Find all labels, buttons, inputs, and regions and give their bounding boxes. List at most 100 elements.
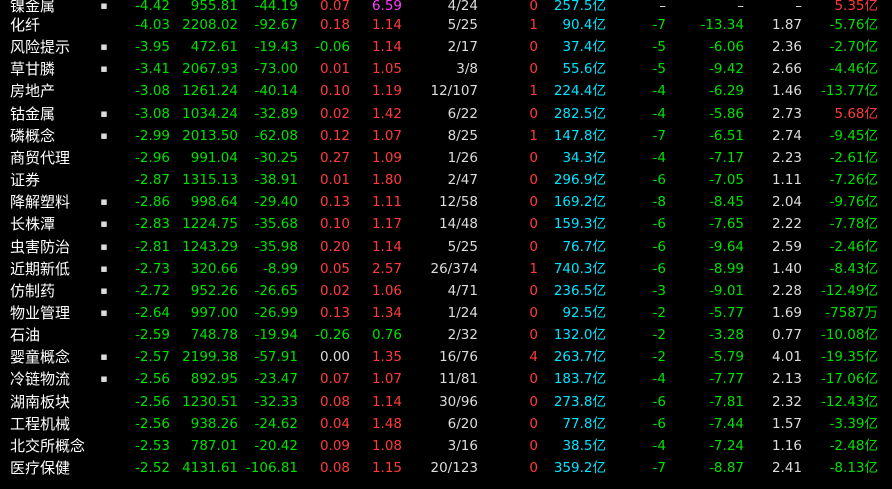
change-value-cell: -73.00 [254, 61, 298, 78]
speed-cell: 0.00 [319, 349, 350, 366]
index-price-cell: 991.04 [190, 149, 238, 166]
field-b-cell: -13.34 [700, 17, 744, 33]
limit-up-count-cell: 4 [529, 349, 538, 366]
limit-up-count-cell: 0 [529, 371, 538, 388]
change-percent-cell: -3.08 [135, 105, 170, 122]
field-c-cell: 1.87 [771, 17, 802, 33]
net-inflow-cell: -2.48亿 [829, 437, 878, 454]
net-inflow-cell: -7.78亿 [829, 216, 878, 233]
table-row[interactable]: 石油 -2.59 748.78 -19.94 -0.26 0.76 2/32 0 132.0亿 -… [0, 324, 892, 346]
field-c-cell: 2.36 [771, 39, 802, 56]
change-percent-cell: -3.95 [135, 39, 170, 56]
change-value-cell: -20.42 [254, 437, 298, 454]
up-down-count-cell: 20/123 [430, 460, 479, 476]
field-c-cell: 2.59 [771, 238, 802, 255]
net-inflow-cell: -19.35亿 [820, 349, 878, 366]
sector-name: 冷链物流 [10, 370, 71, 389]
table-row[interactable]: 虫害防治 ▪ -2.81 1243.29 -35.98 0.20 1.14 5/25 0 76.7… [0, 236, 892, 258]
net-inflow-cell: -4.46亿 [829, 61, 878, 78]
net-inflow-cell: -3.39亿 [829, 415, 878, 432]
net-inflow-cell: -5.76亿 [829, 17, 878, 33]
table-row[interactable]: 婴童概念 ▪ -2.57 2199.38 -57.91 0.00 1.35 16/76 4 263… [0, 346, 892, 368]
table-row[interactable]: 近期新低 ▪ -2.73 320.66 -8.99 0.05 2.57 26/374 1 740.… [0, 258, 892, 280]
index-price-cell: 2067.93 [182, 61, 238, 78]
limit-up-count-cell: 0 [529, 194, 538, 211]
table-row[interactable]: 商贸代理 -2.96 991.04 -30.25 0.27 1.09 1/26 0 34.3亿 -… [0, 147, 892, 169]
change-percent-cell: -2.59 [135, 327, 170, 344]
change-percent-cell: -2.96 [135, 149, 170, 166]
table-row[interactable]: 草甘膦 ▪ -3.41 2067.93 -73.00 0.01 1.05 3/8 0 55.6亿 -… [0, 58, 892, 80]
change-value-cell: -38.91 [254, 172, 298, 189]
volume-ratio-cell: 1.19 [371, 83, 402, 100]
sector-name: 风险提示 [10, 38, 71, 57]
field-b-cell: -6.29 [709, 83, 744, 100]
table-row[interactable]: 仿制药 ▪ -2.72 952.26 -26.65 0.02 1.06 4/71 0 236.5亿… [0, 280, 892, 302]
field-c-cell: 1.16 [771, 437, 802, 454]
turnover-amount-cell: 132.0亿 [553, 327, 606, 344]
speed-cell: 0.07 [319, 371, 350, 388]
field-a-cell: – [659, 0, 666, 14]
table-row[interactable]: 化纤 -4.03 2208.02 -92.67 0.18 1.14 5/25 1 90.4亿 -7… [0, 14, 892, 36]
turnover-amount-cell: 92.5亿 [562, 304, 606, 321]
change-percent-cell: -2.72 [135, 282, 170, 299]
table-row[interactable]: 工程机械 -2.56 938.26 -24.62 0.04 1.48 6/20 0 77.8亿 -… [0, 413, 892, 435]
change-percent-cell: -3.08 [135, 83, 170, 100]
table-row[interactable]: 钴金属 ▪ -3.08 1034.24 -32.89 0.02 1.42 6/22 0 282.5… [0, 103, 892, 125]
volume-ratio-cell: 2.57 [371, 260, 402, 277]
up-down-count-cell: 6/22 [447, 105, 478, 122]
field-c-cell: 2.66 [771, 61, 802, 78]
volume-ratio-cell: 1.11 [371, 194, 402, 211]
sector-name: 医疗保健 [10, 459, 71, 477]
table-row[interactable]: 长株潭 ▪ -2.83 1224.75 -35.68 0.10 1.17 14/48 0 159.… [0, 213, 892, 235]
up-down-count-cell: 12/107 [430, 83, 479, 100]
speed-cell: 0.08 [319, 393, 350, 410]
field-c-cell: 2.28 [771, 282, 802, 299]
change-percent-cell: -2.99 [135, 127, 170, 144]
volume-ratio-cell: 1.07 [371, 371, 402, 388]
table-row[interactable]: 镍金属 ▪ -4.42 955.81 -44.19 0.07 6.59 4/24 0 257.5亿… [0, 0, 892, 14]
change-percent-cell: -2.64 [135, 304, 170, 321]
index-price-cell: 955.81 [190, 0, 238, 14]
turnover-amount-cell: 159.3亿 [553, 216, 606, 233]
field-b-cell: -7.77 [709, 371, 744, 388]
table-row[interactable]: 证券 -2.87 1315.13 -38.91 0.01 1.80 2/47 0 296.9亿 -… [0, 169, 892, 191]
up-down-count-cell: 2/47 [447, 172, 478, 189]
field-c-cell: 2.73 [771, 105, 802, 122]
sector-name: 工程机械 [10, 414, 71, 433]
table-row[interactable]: 降解塑料 ▪ -2.86 998.64 -29.40 0.13 1.11 12/58 0 169.… [0, 191, 892, 213]
change-value-cell: -24.62 [254, 415, 298, 432]
table-row[interactable]: 风险提示 ▪ -3.95 472.61 -19.43 -0.06 1.14 2/17 0 37.4… [0, 36, 892, 58]
turnover-amount-cell: 282.5亿 [553, 105, 606, 122]
limit-up-count-cell: 0 [529, 105, 538, 122]
table-row[interactable]: 北交所概念 -2.53 787.01 -20.42 0.09 1.08 3/16 0 38.5亿… [0, 435, 892, 457]
table-row[interactable]: 房地产 -3.08 1261.24 -40.14 0.10 1.19 12/107 1 224.… [0, 80, 892, 102]
limit-up-count-cell: 0 [529, 415, 538, 432]
field-a-cell: -6 [652, 216, 666, 233]
table-row[interactable]: 医疗保健 -2.52 4131.61 -106.81 0.08 1.15 20/123 0 35… [0, 457, 892, 479]
table-row[interactable]: 物业管理 ▪ -2.64 997.00 -26.99 0.13 1.34 1/24 0 92.5亿… [0, 302, 892, 324]
change-value-cell: -32.89 [254, 105, 298, 122]
field-b-cell: -8.87 [709, 460, 744, 476]
index-price-cell: 892.95 [190, 371, 238, 388]
table-row[interactable]: 湖南板块 -2.56 1230.51 -32.33 0.08 1.14 30/96 0 273.… [0, 391, 892, 413]
volume-ratio-cell: 1.80 [371, 172, 402, 189]
field-a-cell: -2 [652, 327, 666, 344]
up-down-count-cell: 16/76 [439, 349, 478, 366]
change-value-cell: -35.68 [254, 216, 298, 233]
volume-ratio-cell: 1.07 [371, 127, 402, 144]
field-c-cell: 2.13 [771, 371, 802, 388]
field-a-cell: -6 [652, 415, 666, 432]
speed-cell: 0.05 [319, 260, 350, 277]
field-b-cell: -7.44 [709, 415, 744, 432]
up-down-count-cell: 2/32 [447, 327, 478, 344]
limit-up-count-cell: 1 [529, 260, 538, 277]
concept-marker-icon: ▪ [100, 350, 108, 364]
table-row[interactable]: 冷链物流 ▪ -2.56 892.95 -23.47 0.07 1.07 11/81 0 183.… [0, 368, 892, 390]
net-inflow-cell: -2.61亿 [829, 149, 878, 166]
table-row[interactable]: 磷概念 ▪ -2.99 2013.50 -62.08 0.12 1.07 8/25 1 147.8… [0, 125, 892, 147]
index-price-cell: 1261.24 [182, 83, 238, 100]
volume-ratio-cell: 1.09 [371, 149, 402, 166]
limit-up-count-cell: 1 [529, 127, 538, 144]
field-c-cell: 1.11 [771, 172, 802, 189]
concept-marker-icon: ▪ [100, 40, 108, 54]
